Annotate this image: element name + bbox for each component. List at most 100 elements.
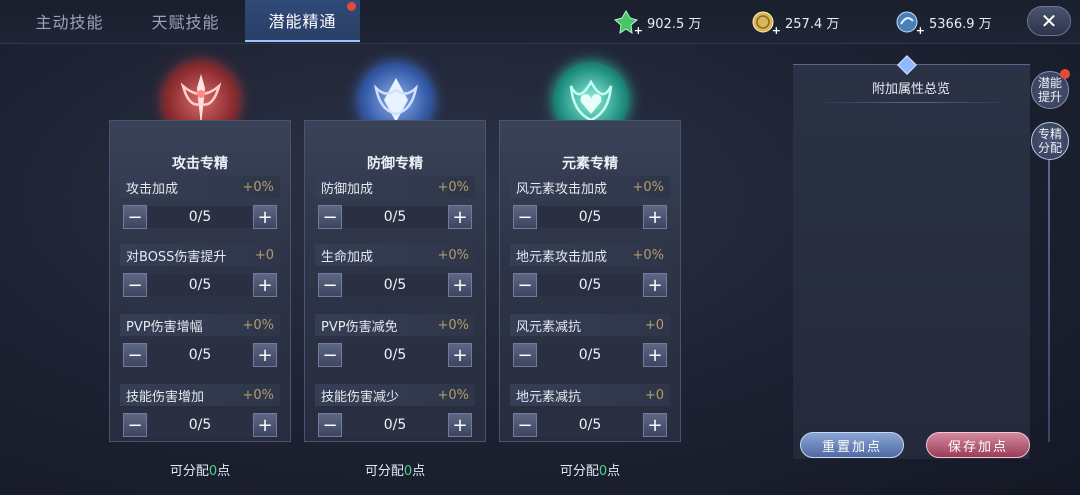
- reset-points-button[interactable]: 重置加点: [800, 432, 904, 458]
- stat-row: 攻击加成 +0%: [120, 176, 280, 198]
- stat-row: 技能伤害减少 +0%: [315, 384, 475, 406]
- stat-stepper: − 0/5 +: [318, 343, 472, 367]
- stat-stepper: − 0/5 +: [123, 343, 277, 367]
- tab-label: 主动技能: [35, 13, 104, 32]
- plus-button[interactable]: +: [643, 205, 667, 229]
- plus-button[interactable]: +: [448, 343, 472, 367]
- stat-bonus: +0%: [242, 387, 274, 403]
- currency-gold-coin: + 257.4 万: [751, 8, 839, 37]
- stat-label: 地元素减抗: [516, 389, 582, 405]
- minus-icon: −: [127, 414, 143, 436]
- remain-prefix: 可分配: [169, 464, 209, 479]
- minus-icon: −: [322, 344, 338, 366]
- plus-icon: +: [257, 414, 273, 436]
- plus-button[interactable]: +: [253, 413, 277, 437]
- tab-potential-mastery[interactable]: 潜能精通: [245, 0, 360, 42]
- minus-button[interactable]: −: [318, 273, 342, 297]
- stat-points: 0/5: [342, 274, 448, 296]
- minus-button[interactable]: −: [123, 413, 147, 437]
- plus-button[interactable]: +: [448, 273, 472, 297]
- side-rail: [1048, 160, 1050, 442]
- stat-points: 0/5: [147, 344, 253, 366]
- plus-icon: +: [452, 274, 468, 296]
- remain-suffix: 点: [217, 464, 231, 479]
- currency-green-crystal: + 902.5 万: [613, 8, 701, 37]
- stat-stepper: − 0/5 +: [318, 273, 472, 297]
- blue-gem-icon[interactable]: +: [895, 9, 925, 37]
- stat-row: PVP伤害减免 +0%: [315, 314, 475, 336]
- plus-button[interactable]: +: [448, 413, 472, 437]
- summary-title: 附加属性总览: [871, 82, 950, 97]
- plus-icon: +: [647, 274, 663, 296]
- plus-icon: +: [257, 274, 273, 296]
- stat-bonus: +0%: [437, 317, 469, 333]
- plus-button[interactable]: +: [253, 205, 277, 229]
- close-button[interactable]: ✕: [1027, 6, 1071, 36]
- minus-button[interactable]: −: [318, 205, 342, 229]
- plus-button[interactable]: +: [253, 343, 277, 367]
- stat-stepper: − 0/5 +: [318, 205, 472, 229]
- minus-button[interactable]: −: [318, 413, 342, 437]
- tab-mastery-allocation[interactable]: 专精分配: [1031, 122, 1069, 160]
- stat-bonus: +0%: [632, 179, 664, 195]
- card-title: 攻击专精: [172, 156, 228, 172]
- remain-suffix: 点: [607, 464, 621, 479]
- stat-row: 生命加成 +0%: [315, 244, 475, 266]
- minus-button[interactable]: −: [513, 413, 537, 437]
- side-tab-label: 潜能提升: [1037, 76, 1062, 104]
- minus-icon: −: [322, 206, 338, 228]
- save-label: 保存加点: [947, 439, 1008, 455]
- minus-icon: −: [517, 414, 533, 436]
- gold-coin-icon[interactable]: +: [751, 9, 781, 37]
- plus-button[interactable]: +: [448, 205, 472, 229]
- plus-icon: +: [257, 206, 273, 228]
- stat-points: 0/5: [537, 274, 643, 296]
- stat-points: 0/5: [147, 414, 253, 436]
- stat-points: 0/5: [147, 274, 253, 296]
- tab-active-skills[interactable]: 主动技能: [12, 0, 127, 42]
- minus-button[interactable]: −: [318, 343, 342, 367]
- attribute-summary-panel: [793, 64, 1030, 459]
- tab-label: 天赋技能: [151, 13, 220, 32]
- plus-button[interactable]: +: [643, 413, 667, 437]
- stat-row: 风元素减抗 +0: [510, 314, 670, 336]
- plus-icon: +: [452, 414, 468, 436]
- reset-label: 重置加点: [821, 439, 882, 455]
- plus-button[interactable]: +: [253, 273, 277, 297]
- remain-prefix: 可分配: [559, 464, 599, 479]
- plus-button[interactable]: +: [643, 343, 667, 367]
- green-crystal-icon[interactable]: +: [613, 9, 643, 37]
- side-tab-label: 专精分配: [1037, 127, 1062, 155]
- stat-points: 0/5: [537, 344, 643, 366]
- stat-bonus: +0: [644, 317, 664, 333]
- remain-prefix: 可分配: [364, 464, 404, 479]
- stat-label: 对BOSS伤害提升: [126, 249, 227, 265]
- minus-button[interactable]: −: [123, 273, 147, 297]
- plus-button[interactable]: +: [643, 273, 667, 297]
- stat-stepper: − 0/5 +: [123, 205, 277, 229]
- stat-points: 0/5: [342, 206, 448, 228]
- stat-label: PVP伤害减免: [321, 319, 398, 335]
- minus-button[interactable]: −: [513, 205, 537, 229]
- minus-button[interactable]: −: [513, 343, 537, 367]
- stat-points: 0/5: [342, 344, 448, 366]
- minus-button[interactable]: −: [123, 343, 147, 367]
- stat-bonus: +0%: [632, 247, 664, 263]
- stat-row: 防御加成 +0%: [315, 176, 475, 198]
- save-points-button[interactable]: 保存加点: [926, 432, 1030, 458]
- plus-icon: +: [452, 206, 468, 228]
- stat-points: 0/5: [342, 414, 448, 436]
- stat-bonus: +0%: [242, 179, 274, 195]
- minus-icon: −: [127, 274, 143, 296]
- tab-label: 潜能精通: [268, 12, 337, 31]
- stat-points: 0/5: [537, 414, 643, 436]
- remain-value: 0: [598, 464, 608, 479]
- minus-button[interactable]: −: [513, 273, 537, 297]
- minus-button[interactable]: −: [123, 205, 147, 229]
- remain-value: 0: [208, 464, 218, 479]
- remaining-points: 可分配0点: [109, 460, 291, 479]
- stat-row: 地元素攻击加成 +0%: [510, 244, 670, 266]
- tab-potential-upgrade[interactable]: 潜能提升: [1031, 69, 1070, 109]
- stat-points: 0/5: [537, 206, 643, 228]
- tab-talent-skills[interactable]: 天赋技能: [128, 0, 243, 42]
